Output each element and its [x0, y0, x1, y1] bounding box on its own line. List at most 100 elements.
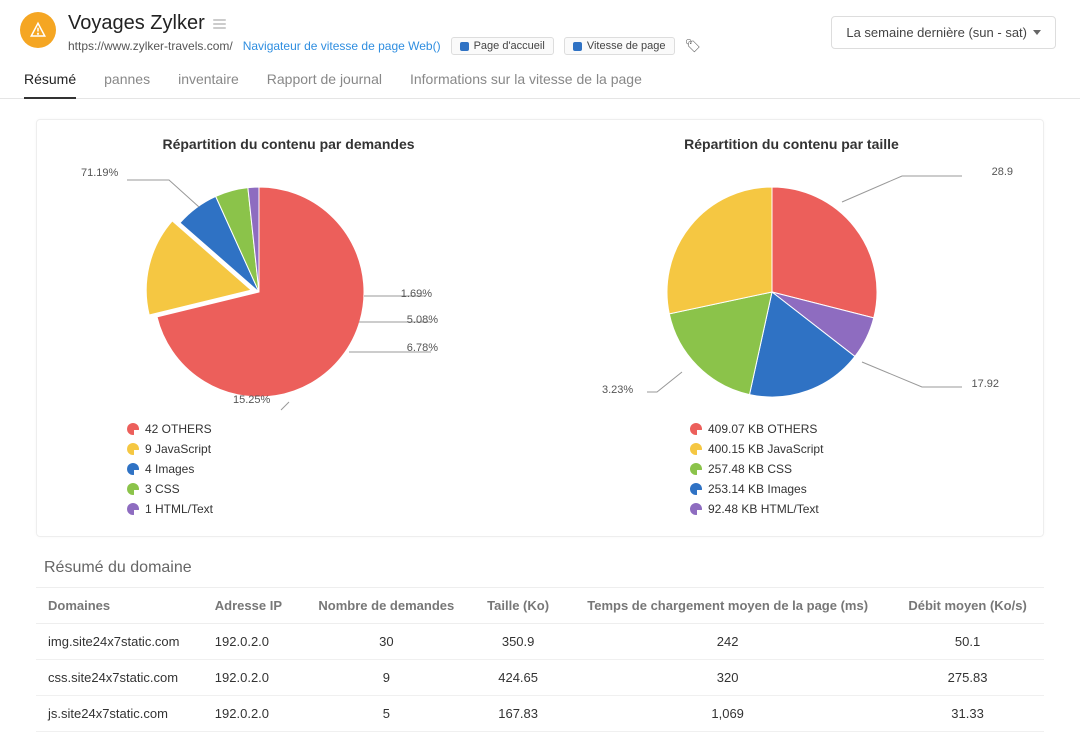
pie-chart-requests: [59, 162, 519, 412]
legend-label: 1 HTML/Text: [145, 502, 213, 516]
chip-homepage[interactable]: Page d'accueil: [451, 37, 554, 55]
legend-label: 253.14 KB Images: [708, 482, 807, 496]
legend-item: 42 OTHERS: [127, 422, 247, 436]
legend-swatch-icon: [690, 483, 702, 495]
cell-req: 9: [301, 660, 472, 696]
col-size: Taille (Ko): [472, 588, 564, 624]
col-ip: Adresse IP: [203, 588, 301, 624]
legend-swatch-icon: [127, 503, 139, 515]
legend: 42 OTHERS 9 JavaScript 4 Images 3 CSS 1 HTML…: [57, 422, 377, 516]
legend-item: 3 CSS: [127, 482, 247, 496]
square-icon: [573, 42, 582, 51]
legend-swatch-icon: [127, 423, 139, 435]
pct-label: 6.78%: [407, 342, 438, 354]
cell-ip: 192.0.2.0: [203, 696, 301, 732]
pct-label: 1.69%: [401, 288, 432, 300]
tag-icon[interactable]: 🏷: [685, 38, 702, 54]
pct-label: 3.23%: [602, 384, 633, 396]
legend-swatch-icon: [690, 503, 702, 515]
chart-title: Répartition du contenu par demandes: [57, 136, 520, 152]
table-row: css.site24x7static.com192.0.2.09424.6532…: [36, 660, 1044, 696]
cell-load: 320: [564, 660, 891, 696]
legend-label: 400.15 KB JavaScript: [708, 442, 823, 456]
domain-summary-table: Domaines Adresse IP Nombre de demandes T…: [36, 587, 1044, 732]
legend-label: 409.07 KB OTHERS: [708, 422, 817, 436]
cell-req: 5: [301, 696, 472, 732]
chip-label: Page d'accueil: [474, 40, 545, 52]
cell-ip: 192.0.2.0: [203, 624, 301, 660]
pct-label: 71.19%: [81, 167, 118, 179]
table-row: js.site24x7static.com192.0.2.05167.831,0…: [36, 696, 1044, 732]
pct-label: 5.08%: [407, 314, 438, 326]
cell-size: 167.83: [472, 696, 564, 732]
legend-swatch-icon: [127, 463, 139, 475]
legend-item: 92.48 KB HTML/Text: [690, 502, 1023, 516]
cell-size: 350.9: [472, 624, 564, 660]
pct-label: 15.25%: [233, 394, 270, 406]
tabs: Résumé pannes inventaire Rapport de jour…: [0, 55, 1080, 99]
tab-pannes[interactable]: pannes: [104, 71, 150, 98]
tab-inventaire[interactable]: inventaire: [178, 71, 239, 98]
chart-title: Répartition du contenu par taille: [560, 136, 1023, 152]
legend-item: 400.15 KB JavaScript: [690, 442, 1023, 456]
col-domain: Domaines: [36, 588, 203, 624]
legend-label: 3 CSS: [145, 482, 180, 496]
domain-summary-title: Résumé du domaine: [44, 559, 1044, 577]
chip-pagespeed[interactable]: Vitesse de page: [564, 37, 675, 55]
legend-label: 42 OTHERS: [145, 422, 212, 436]
pct-label: 28.9: [992, 166, 1013, 178]
col-rate: Débit moyen (Ko/s): [891, 588, 1044, 624]
legend-swatch-icon: [690, 463, 702, 475]
legend-label: 257.48 KB CSS: [708, 462, 792, 476]
chart-requests: Répartition du contenu par demandes 71.1…: [57, 136, 520, 516]
col-load: Temps de chargement moyen de la page (ms…: [564, 588, 891, 624]
page-title: Voyages Zylker: [68, 12, 205, 35]
tab-rapport[interactable]: Rapport de journal: [267, 71, 382, 98]
col-requests: Nombre de demandes: [301, 588, 472, 624]
cell-domain: css.site24x7static.com: [36, 660, 203, 696]
table-header-row: Domaines Adresse IP Nombre de demandes T…: [36, 588, 1044, 624]
table-row: img.site24x7static.com192.0.2.030350.924…: [36, 624, 1044, 660]
content-area: Répartition du contenu par demandes 71.1…: [0, 99, 1080, 752]
warning-badge-icon: [20, 12, 56, 48]
pie-chart-size: [562, 162, 1022, 412]
web-page-speed-link[interactable]: Navigateur de vitesse de page Web(): [243, 39, 441, 53]
chip-label: Vitesse de page: [587, 40, 666, 52]
legend-item: 4 Images: [127, 462, 247, 476]
chart-size: Répartition du contenu par taille 28.9 1…: [560, 136, 1023, 516]
cell-load: 1,069: [564, 696, 891, 732]
legend-label: 92.48 KB HTML/Text: [708, 502, 819, 516]
legend-swatch-icon: [690, 423, 702, 435]
legend-item: 1 HTML/Text: [127, 502, 247, 516]
date-range-selector[interactable]: La semaine dernière (sun - sat): [831, 16, 1056, 49]
square-icon: [460, 42, 469, 51]
cell-req: 30: [301, 624, 472, 660]
cell-ip: 192.0.2.0: [203, 660, 301, 696]
tab-resume[interactable]: Résumé: [24, 71, 76, 99]
cell-rate: 275.83: [891, 660, 1044, 696]
legend-item: 253.14 KB Images: [690, 482, 1023, 496]
tab-vitesse[interactable]: Informations sur la vitesse de la page: [410, 71, 642, 98]
chevron-down-icon: [1033, 30, 1041, 35]
charts-card: Répartition du contenu par demandes 71.1…: [36, 119, 1044, 537]
cell-domain: img.site24x7static.com: [36, 624, 203, 660]
legend-swatch-icon: [690, 443, 702, 455]
legend-item: 257.48 KB CSS: [690, 462, 1023, 476]
cell-rate: 50.1: [891, 624, 1044, 660]
cell-size: 424.65: [472, 660, 564, 696]
legend-swatch-icon: [127, 443, 139, 455]
legend-label: 9 JavaScript: [145, 442, 211, 456]
pct-label: 17.92: [971, 378, 999, 390]
legend: 409.07 KB OTHERS 400.15 KB JavaScript 257.…: [560, 422, 1023, 516]
cell-load: 242: [564, 624, 891, 660]
menu-icon[interactable]: [213, 19, 226, 29]
cell-rate: 31.33: [891, 696, 1044, 732]
legend-item: 9 JavaScript: [127, 442, 247, 456]
legend-swatch-icon: [127, 483, 139, 495]
site-url: https://www.zylker-travels.com/: [68, 39, 233, 53]
legend-item: 409.07 KB OTHERS: [690, 422, 1023, 436]
date-range-label: La semaine dernière (sun - sat): [846, 25, 1027, 40]
page-header: Voyages Zylker https://www.zylker-travel…: [0, 0, 1080, 55]
cell-domain: js.site24x7static.com: [36, 696, 203, 732]
legend-label: 4 Images: [145, 462, 194, 476]
